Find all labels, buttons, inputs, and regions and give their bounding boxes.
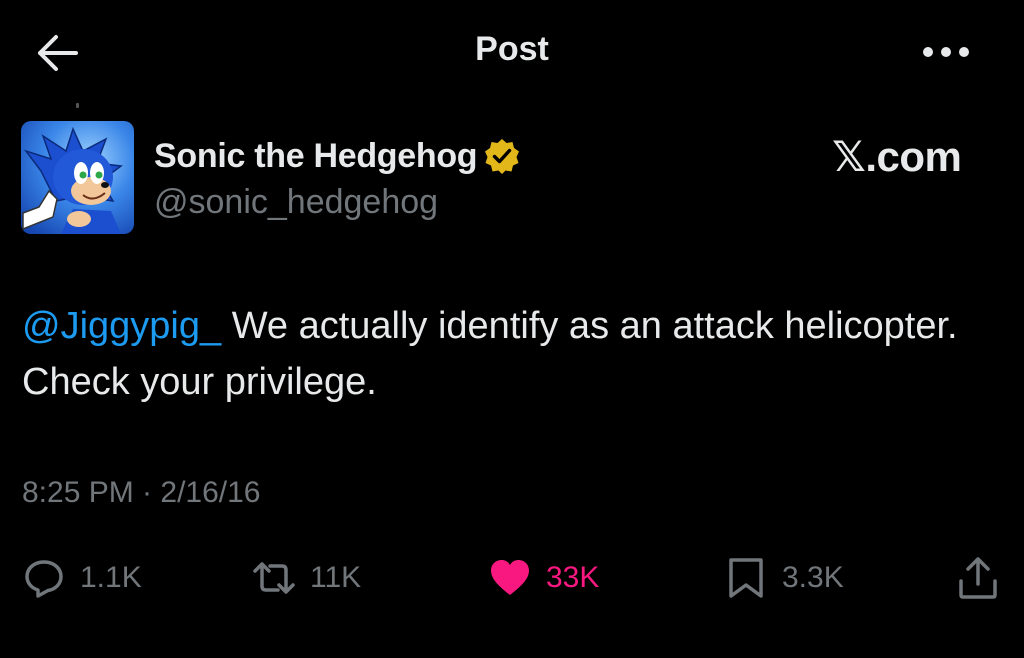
bookmark-icon (729, 558, 763, 598)
like-count: 33K (546, 561, 600, 594)
post-page: Post Sonic the Hedgehog @sonic_hedgehog … (0, 0, 1024, 658)
author-name-row: Sonic the Hedgehog (154, 135, 521, 177)
bookmark-button[interactable]: 3.3K (724, 556, 844, 600)
repost-icon (253, 562, 295, 594)
mention-link[interactable]: @Jiggypig_ (22, 305, 221, 347)
reply-count: 1.1K (80, 561, 142, 594)
repost-count: 11K (310, 561, 362, 594)
page-title: Post (475, 30, 549, 68)
author-handle[interactable]: @sonic_hedgehog (154, 183, 438, 222)
heart-icon (491, 560, 529, 595)
reply-button[interactable]: 1.1K (22, 556, 142, 600)
bookmark-count: 3.3K (782, 561, 844, 594)
reply-icon (25, 560, 63, 598)
display-name[interactable]: Sonic the Hedgehog (154, 137, 478, 176)
more-options-button[interactable] (918, 40, 974, 64)
post-timestamp[interactable]: 8:25 PM · 2/16/16 (22, 476, 260, 510)
verified-badge-icon (483, 137, 521, 175)
post-text: @Jiggypig_ We actually identify as an at… (22, 298, 982, 410)
divider-dot (76, 103, 79, 108)
like-button[interactable]: 33K (488, 556, 599, 600)
avatar[interactable] (21, 121, 134, 234)
more-horizontal-icon (923, 47, 969, 57)
share-button[interactable] (956, 556, 1000, 600)
share-icon (959, 557, 997, 599)
site-watermark: 𝕏.com (832, 133, 962, 180)
avatar-image (21, 121, 134, 234)
repost-button[interactable]: 11K (252, 556, 361, 600)
